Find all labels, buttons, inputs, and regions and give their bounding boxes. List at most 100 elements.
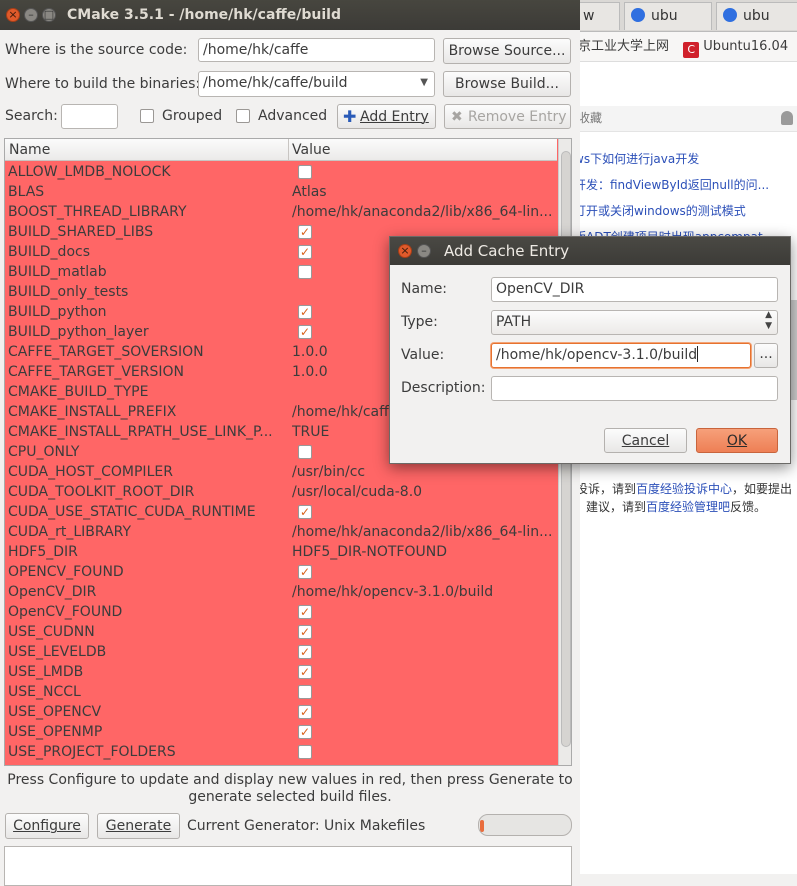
bookmark-item[interactable]: Ubuntu16.04 xyxy=(703,39,788,54)
advanced-checkbox[interactable] xyxy=(236,109,250,123)
name-label: Name: xyxy=(401,281,448,297)
add-entry-button[interactable]: ✚ Add Entry xyxy=(337,104,436,129)
table-row[interactable]: CUDA_rt_LIBRARY/home/hk/anaconda2/lib/x8… xyxy=(5,522,557,542)
type-select[interactable]: PATH ▲ ▼ xyxy=(491,310,778,335)
entry-checkbox-checked[interactable]: ✓ xyxy=(298,325,312,339)
entry-checkbox-checked[interactable]: ✓ xyxy=(298,665,312,679)
close-icon[interactable]: × xyxy=(6,8,20,22)
entry-checkbox-checked[interactable]: ✓ xyxy=(298,245,312,259)
table-row[interactable]: OpenCV_DIR/home/hk/opencv-3.1.0/build xyxy=(5,582,557,602)
entry-checkbox[interactable] xyxy=(298,745,312,759)
entry-checkbox[interactable] xyxy=(298,265,312,279)
table-row[interactable]: HDF5_DIR HDF5_DIR-NOTFOUND xyxy=(5,542,557,562)
table-row[interactable]: USE_OPENMP ✓ xyxy=(5,722,557,742)
table-row[interactable]: BOOST_THREAD_LIBRARY/home/hk/anaconda2/l… xyxy=(5,202,557,222)
table-row[interactable]: OPENCV_FOUND ✓ xyxy=(5,562,557,582)
browse-build-button[interactable]: Browse Build... xyxy=(443,71,571,97)
entry-name: CUDA_rt_LIBRARY xyxy=(8,524,132,540)
table-row[interactable]: OpenCV_FOUND ✓ xyxy=(5,602,557,622)
entry-checkbox-checked[interactable]: ✓ xyxy=(298,565,312,579)
checkmark-icon: ✓ xyxy=(299,305,311,319)
entry-checkbox-checked[interactable]: ✓ xyxy=(298,645,312,659)
entry-checkbox-checked[interactable]: ✓ xyxy=(298,305,312,319)
table-row[interactable]: ALLOW_LMDB_NOLOCK xyxy=(5,162,557,182)
table-row[interactable]: USE_OPENCV ✓ xyxy=(5,702,557,722)
build-combo[interactable]: /home/hk/caffe/build ▼ xyxy=(198,71,435,97)
table-row[interactable]: USE_CUDNN ✓ xyxy=(5,622,557,642)
entry-checkbox[interactable] xyxy=(298,685,312,699)
table-row[interactable]: USE_LMDB ✓ xyxy=(5,662,557,682)
browser-tab[interactable]: w xyxy=(576,2,620,30)
browser-tab[interactable]: ubu xyxy=(624,2,712,30)
maximize-icon[interactable]: □ xyxy=(42,8,56,22)
entry-checkbox[interactable] xyxy=(298,165,312,179)
close-icon[interactable]: × xyxy=(398,244,412,258)
browse-source-button[interactable]: Browse Source... xyxy=(443,38,571,64)
checkmark-icon: ✓ xyxy=(299,325,311,339)
article-link[interactable]: 打开或关闭windows的测试模式 xyxy=(574,202,746,219)
entry-name: CMAKE_BUILD_TYPE xyxy=(8,384,149,400)
table-header: Name Value xyxy=(5,139,557,161)
column-header-value[interactable]: Value xyxy=(292,139,330,161)
table-row[interactable]: CUDA_HOST_COMPILER/usr/bin/cc xyxy=(5,462,557,482)
table-row[interactable]: USE_LEVELDB ✓ xyxy=(5,642,557,662)
entry-checkbox-checked[interactable]: ✓ xyxy=(298,225,312,239)
feedback-prefix: 建议，请到 xyxy=(586,500,647,514)
configure-button[interactable]: Configure xyxy=(5,813,89,839)
entry-checkbox-checked[interactable]: ✓ xyxy=(298,505,312,519)
ok-button[interactable]: OK xyxy=(696,428,778,453)
cancel-button[interactable]: Cancel xyxy=(604,428,687,453)
search-input[interactable] xyxy=(61,104,118,129)
build-label: Where to build the binaries: xyxy=(5,76,201,92)
description-label: Description: xyxy=(401,380,486,396)
favorite-label[interactable]: 收藏 xyxy=(578,111,602,125)
entry-name: USE_PROJECT_FOLDERS xyxy=(8,744,176,760)
value-input[interactable]: /home/hk/opencv-3.1.0/build xyxy=(491,343,751,368)
entry-name: ALLOW_LMDB_NOLOCK xyxy=(8,164,171,180)
source-input[interactable]: /home/hk/caffe xyxy=(198,38,435,62)
entry-checkbox-checked[interactable]: ✓ xyxy=(298,725,312,739)
entry-name: USE_OPENMP xyxy=(8,724,103,740)
entry-name: CUDA_TOOLKIT_ROOT_DIR xyxy=(8,484,195,500)
minimize-icon[interactable]: – xyxy=(417,244,431,258)
add-entry-label: Add Entry xyxy=(360,109,429,125)
remove-icon: ✖ xyxy=(451,109,463,125)
entry-checkbox-checked[interactable]: ✓ xyxy=(298,705,312,719)
complaint-center-link[interactable]: 百度经验投诉中心 xyxy=(636,482,732,496)
table-row[interactable]: BLAS Atlas xyxy=(5,182,557,202)
current-generator: Current Generator: Unix Makefiles xyxy=(187,818,426,834)
column-header-name[interactable]: Name xyxy=(9,139,50,161)
article-link[interactable]: ws下如何进行java开发 xyxy=(574,150,699,167)
name-input[interactable]: OpenCV_DIR xyxy=(491,277,778,302)
entry-checkbox-checked[interactable]: ✓ xyxy=(298,605,312,619)
table-row[interactable]: USE_PROJECT_FOLDERS xyxy=(5,742,557,762)
entry-name: BOOST_THREAD_LIBRARY xyxy=(8,204,187,220)
entry-name: HDF5_DIR xyxy=(8,544,78,560)
entry-name: CMAKE_INSTALL_PREFIX xyxy=(8,404,177,420)
article-link[interactable]: 开发：findViewById返回null的问... xyxy=(574,176,769,193)
feedback-text: 投诉，请到百度经验投诉中心，如要提出 xyxy=(576,480,792,497)
browse-path-button[interactable]: ... xyxy=(754,343,778,368)
entry-checkbox[interactable] xyxy=(298,445,312,459)
description-input[interactable] xyxy=(491,376,778,401)
minimize-icon[interactable]: – xyxy=(24,8,38,22)
browser-tab[interactable]: ubu xyxy=(716,2,797,30)
table-row[interactable]: CUDA_TOOLKIT_ROOT_DIR/usr/local/cuda-8.0 xyxy=(5,482,557,502)
generate-button[interactable]: Generate xyxy=(97,813,180,839)
entry-name: USE_LMDB xyxy=(8,664,84,680)
user-icon[interactable] xyxy=(781,111,793,125)
page-scrollbar[interactable] xyxy=(790,300,797,400)
entry-name: CMAKE_INSTALL_RPATH_USE_LINK_P... xyxy=(8,424,273,440)
checkmark-icon: ✓ xyxy=(299,505,311,519)
bookmark-item[interactable]: 京工业大学上网 xyxy=(580,39,669,54)
manager-forum-link[interactable]: 百度经验管理吧 xyxy=(646,500,730,514)
output-log[interactable] xyxy=(4,846,572,886)
entry-checkbox-checked[interactable]: ✓ xyxy=(298,625,312,639)
entry-value: Atlas xyxy=(292,184,327,200)
grouped-checkbox[interactable] xyxy=(140,109,154,123)
remove-entry-button[interactable]: ✖ Remove Entry xyxy=(444,104,571,129)
entry-name: BUILD_only_tests xyxy=(8,284,129,300)
table-row[interactable]: USE_NCCL xyxy=(5,682,557,702)
chevron-down-icon: ▼ xyxy=(420,77,428,88)
table-row[interactable]: CUDA_USE_STATIC_CUDA_RUNTIME ✓ xyxy=(5,502,557,522)
